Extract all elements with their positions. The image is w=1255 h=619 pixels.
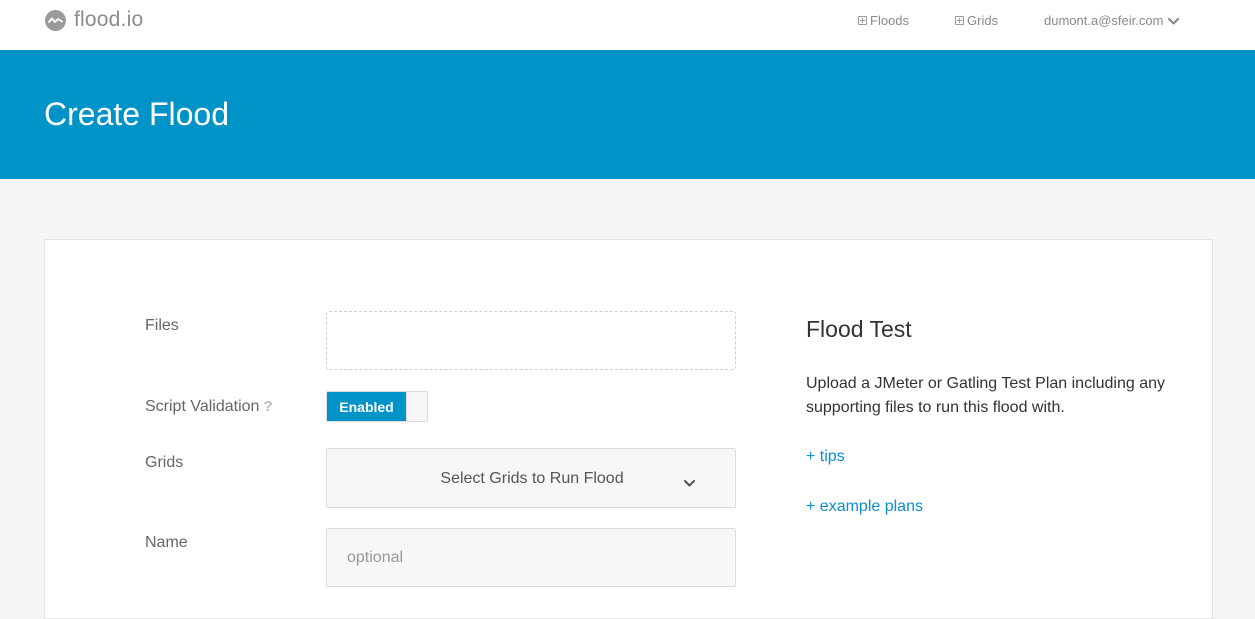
chevron-down-icon	[1168, 13, 1180, 28]
toggle-enabled-label: Enabled	[327, 392, 406, 421]
nav-link-floods[interactable]: Floods	[858, 13, 909, 28]
flood-test-title: Flood Test	[806, 316, 912, 342]
script-validation-label-row: Script Validation?	[145, 398, 273, 416]
user-menu[interactable]: dumont.a@sfeir.com	[1044, 13, 1180, 28]
script-validation-label: Script Validation	[145, 398, 260, 415]
page-banner: Create Flood	[0, 50, 1255, 179]
top-navbar: flood.io Floods Grids dumont.a@sfeir.com	[0, 0, 1255, 50]
page-title: Create Flood	[44, 96, 229, 132]
nav-link-grids[interactable]: Grids	[955, 13, 998, 28]
plus-square-icon	[955, 16, 964, 25]
grids-select-text: Select Grids to Run Flood	[440, 470, 624, 487]
wave-logo-icon	[45, 9, 66, 31]
name-input[interactable]	[326, 528, 736, 587]
example-plans-link[interactable]: + example plans	[806, 498, 923, 516]
files-label: Files	[145, 317, 179, 334]
nav-link-label: Floods	[870, 13, 910, 28]
create-flood-card: Files Script Validation? Enabled Grids S…	[44, 239, 1213, 619]
script-validation-toggle[interactable]: Enabled	[326, 391, 428, 422]
files-dropzone[interactable]	[326, 311, 736, 370]
name-label: Name	[145, 534, 188, 551]
user-email: dumont.a@sfeir.com	[1044, 13, 1164, 28]
logo[interactable]: flood.io	[45, 8, 143, 32]
nav-link-label: Grids	[967, 13, 999, 28]
grids-select[interactable]: Select Grids to Run Flood	[326, 448, 736, 508]
help-icon[interactable]: ?	[263, 398, 272, 415]
plus-square-icon	[858, 16, 867, 25]
chevron-down-icon	[684, 474, 695, 492]
tips-link[interactable]: + tips	[806, 448, 845, 466]
flood-test-description: Upload a JMeter or Gatling Test Plan inc…	[806, 375, 1166, 416]
grids-label: Grids	[145, 454, 184, 471]
logo-text: flood.io	[74, 8, 144, 31]
toggle-knob	[406, 392, 427, 421]
